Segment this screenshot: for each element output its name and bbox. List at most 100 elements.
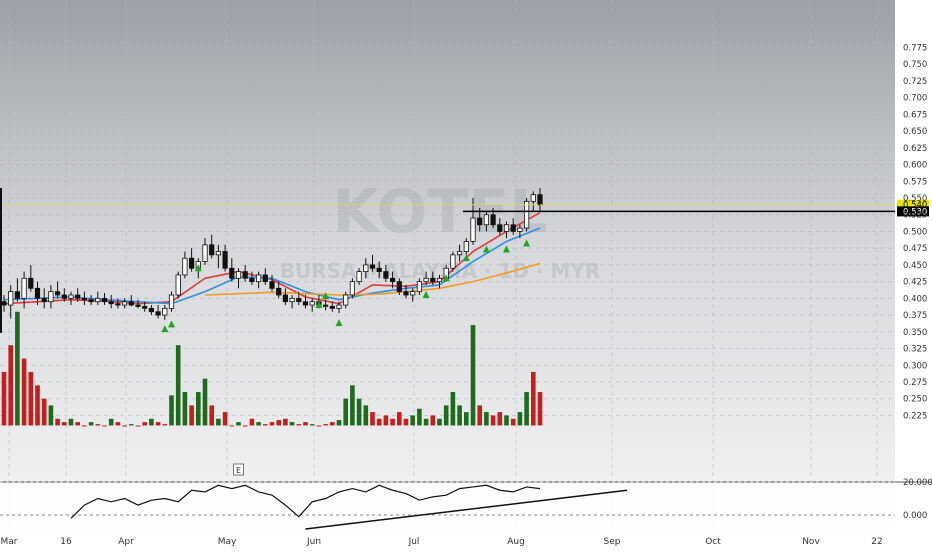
candle-body [517, 227, 523, 232]
volume-bar [484, 412, 489, 426]
volume-bar [276, 420, 281, 426]
volume-bar [182, 392, 188, 426]
volume-bar [470, 325, 476, 426]
volume-bar [209, 405, 214, 426]
candle-body [128, 301, 134, 306]
time-tick-label: Aug [507, 537, 525, 547]
time-axis-background [0, 530, 932, 550]
volume-bar [41, 398, 47, 426]
price-tick-label: 0.375 [903, 311, 927, 321]
volume-bar [430, 415, 436, 426]
volume-bar [88, 422, 94, 426]
price-tick-label: 0.775 [903, 43, 927, 53]
price-tick-label: 0.575 [903, 177, 927, 187]
volume-bar [477, 405, 482, 426]
candle-body [416, 281, 423, 293]
time-tick-label: Jul [408, 537, 420, 547]
candle-body [34, 287, 41, 299]
candle-body [282, 294, 289, 303]
volume-bar [510, 418, 516, 426]
candle-body [490, 214, 496, 226]
volume-bar [437, 418, 442, 426]
candle-body [249, 277, 255, 283]
candle-body [430, 277, 436, 283]
volume-bar [330, 422, 335, 426]
candle-body [269, 281, 275, 289]
volume-bar [249, 418, 255, 426]
volume-bar [115, 422, 121, 426]
candle-body [55, 291, 61, 296]
time-tick-label: Oct [705, 537, 721, 547]
candle-body [142, 305, 148, 309]
volume-bar [531, 371, 536, 426]
candle-body [182, 257, 188, 276]
candle-body [510, 224, 516, 232]
volume-bar [162, 424, 168, 426]
volume-bar [283, 418, 288, 426]
candle-body [450, 254, 456, 269]
candle-body [202, 244, 208, 262]
candle-body [396, 281, 402, 293]
price-tick-label: 0.275 [903, 378, 927, 388]
candle-body [356, 271, 362, 283]
candle-body [470, 217, 476, 242]
candle-body [88, 299, 94, 303]
candle-body [222, 251, 228, 269]
candle-body [41, 297, 47, 303]
volume-bar [356, 398, 362, 426]
volume-bar [443, 405, 449, 426]
volume-bar [142, 422, 147, 426]
candle-body [242, 271, 248, 279]
volume-bar [216, 418, 221, 426]
candle-body [329, 305, 335, 309]
candle-body [75, 294, 81, 299]
volume-bar [390, 418, 395, 426]
volume-bar [350, 385, 355, 426]
candle-body [115, 303, 121, 306]
volume-bar [55, 418, 60, 426]
volume-bar [175, 345, 181, 426]
price-chart[interactable]: KOTEL BURSA MALAYSIA · 1D · MYR E 0.5400… [0, 0, 932, 550]
candle-body [61, 294, 67, 299]
candle-body [188, 257, 195, 269]
volume-bar [196, 392, 201, 426]
volume-bar [129, 424, 134, 426]
volume-bar [135, 425, 141, 427]
time-tick-label: Nov [802, 537, 820, 547]
volume-bar [149, 418, 154, 426]
price-tick-label: 0.500 [903, 227, 927, 237]
volume-bar [464, 412, 469, 426]
volume-bar [229, 425, 235, 427]
volume-bar [504, 415, 509, 426]
candle-body [289, 297, 295, 303]
candle-body [309, 301, 315, 306]
candle-body [376, 267, 382, 272]
volume-bar [269, 422, 275, 426]
volume-bar [189, 405, 194, 426]
candle-body [255, 274, 262, 283]
volume-bar [222, 412, 228, 426]
candle-body [215, 251, 221, 256]
price-tick-label: 0.600 [903, 161, 927, 171]
volume-bar [336, 420, 342, 426]
volume-bar [303, 422, 308, 426]
candle-body [8, 291, 14, 306]
price-tick-label: 0.525 [903, 211, 927, 221]
candle-body [276, 287, 282, 296]
price-tick-label: 0.700 [903, 94, 927, 104]
volume-bar [316, 425, 322, 427]
volume-bar [524, 392, 529, 426]
time-tick-label: 22 [871, 537, 882, 547]
volume-bar [48, 405, 54, 426]
volume-bar [517, 412, 523, 426]
volume-bar [323, 424, 328, 426]
candle-body [477, 217, 483, 226]
price-tick-label: 0.225 [903, 411, 927, 421]
candle-body [1, 301, 7, 306]
time-tick-label: Jun [306, 537, 321, 547]
volume-bar [363, 405, 369, 426]
candle-body [423, 277, 429, 283]
oscillator-background [0, 483, 895, 530]
price-tick-label: 0.725 [903, 77, 927, 87]
price-tick-label: 0.450 [903, 261, 927, 271]
